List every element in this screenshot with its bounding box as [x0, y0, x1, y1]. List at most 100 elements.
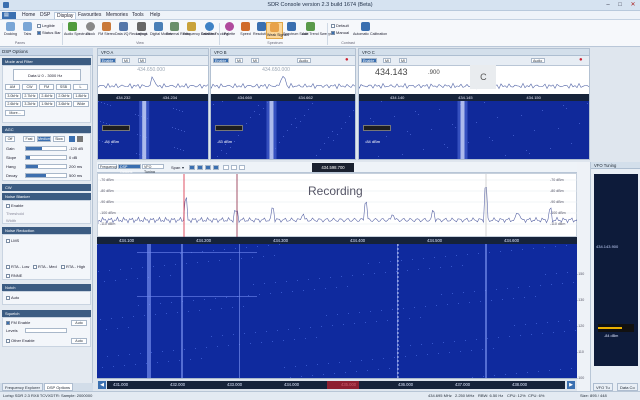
- digital-modes-button[interactable]: Digital Modes: [150, 22, 172, 39]
- status-bar-checkbox[interactable]: Status Bar: [37, 30, 61, 35]
- speed-button[interactable]: Speed: [237, 22, 254, 39]
- vfo-mi-button[interactable]: MI: [122, 58, 130, 63]
- squelch-fm-checkbox[interactable]: FM Enable: [6, 320, 30, 325]
- docking-button[interactable]: Docking: [2, 22, 19, 39]
- nr-lms-checkbox[interactable]: LMS: [6, 238, 19, 243]
- filter-button[interactable]: 2.0kHz: [56, 93, 72, 99]
- tab-dsp-options[interactable]: DSP Options: [44, 383, 74, 391]
- menu-help[interactable]: Help: [148, 12, 162, 19]
- nr-rta-med-radio[interactable]: RTA - Med: [33, 264, 57, 269]
- section-mode-filter[interactable]: Mode and Filter: [2, 58, 91, 65]
- overview-selection[interactable]: [327, 381, 359, 389]
- contrast-default-radio[interactable]: Default: [331, 23, 349, 28]
- agc-settings-icon[interactable]: [69, 136, 75, 142]
- tool-button[interactable]: [213, 165, 219, 170]
- audio-spectrum-button[interactable]: Audio Spectrum: [64, 22, 90, 39]
- waterfall-display[interactable]: [97, 244, 577, 378]
- section-squelch[interactable]: Squelch: [2, 310, 91, 317]
- menu-display[interactable]: Display: [54, 12, 77, 19]
- notch-auto-checkbox[interactable]: Auto: [6, 295, 19, 300]
- vfo-waterfall[interactable]: -83 dBm: [211, 101, 355, 159]
- vfo-audio-button[interactable]: Audio: [531, 58, 545, 63]
- menu-home[interactable]: Home: [20, 12, 37, 19]
- weak-signals-button[interactable]: Weak Signals: [266, 22, 289, 39]
- agc-medium-button[interactable]: Medium: [37, 136, 51, 142]
- mode-fm-button[interactable]: FM: [39, 84, 54, 90]
- agc-off-button[interactable]: Off: [5, 136, 15, 142]
- filter-more-button[interactable]: More...: [5, 110, 25, 116]
- agc-decay-slider[interactable]: [25, 173, 67, 178]
- add-trend-sweeps-button[interactable]: Add Trend Sweeps: [302, 22, 332, 39]
- vfo-mi-button[interactable]: MI: [251, 58, 259, 63]
- mode-am-button[interactable]: AM: [5, 84, 20, 90]
- nr-rta-low-radio[interactable]: RTA - Low: [6, 264, 29, 269]
- maximize-button[interactable]: □: [614, 1, 626, 9]
- filter-button[interactable]: 1.8kHz: [73, 93, 89, 99]
- tab-frequency-explorer[interactable]: Frequency Explorer: [2, 383, 43, 391]
- span-dropdown-chevron-down-icon[interactable]: ▾: [182, 165, 184, 170]
- automatic-calibration-button[interactable]: Automatic Calibration: [353, 22, 387, 39]
- tab-vfo-tu[interactable]: VFO Tu: [593, 383, 613, 391]
- section-cw[interactable]: CW: [2, 184, 91, 191]
- filter-button[interactable]: Wide: [73, 101, 89, 107]
- record-icon[interactable]: ●: [345, 57, 349, 63]
- contrast-manual-radio[interactable]: Manual: [331, 30, 349, 35]
- layout-button[interactable]: Layout: [133, 22, 150, 39]
- tool-button[interactable]: [239, 165, 245, 170]
- scroll-right-icon[interactable]: ▶: [567, 381, 575, 389]
- tool-button[interactable]: [197, 165, 203, 170]
- palette-button[interactable]: Palette: [221, 22, 238, 39]
- tool-button[interactable]: [189, 165, 195, 170]
- agc-gain-slider[interactable]: [25, 146, 67, 151]
- filter-button[interactable]: 2.4kHz: [39, 93, 55, 99]
- mode-l-button[interactable]: L: [73, 84, 88, 90]
- fm-stereo-button[interactable]: FM Stereo: [98, 22, 115, 39]
- section-noise-blanker[interactable]: Noise Blanker: [2, 193, 91, 200]
- vfo-mi-button[interactable]: MI: [399, 58, 407, 63]
- nb-enable-checkbox[interactable]: Enable: [6, 203, 23, 208]
- close-button[interactable]: ✕: [627, 1, 639, 9]
- tool-button[interactable]: [205, 165, 211, 170]
- agc-slow-button[interactable]: Slow: [53, 136, 65, 142]
- legible-checkbox[interactable]: Legible: [37, 23, 55, 28]
- tab-dsp-options-main[interactable]: DSP Options: [118, 164, 141, 174]
- menu-favourites[interactable]: Favourites: [76, 12, 103, 19]
- vfo-waterfall[interactable]: -84 dBm: [98, 101, 208, 159]
- clock-button[interactable]: Clock: [82, 22, 99, 39]
- section-notch[interactable]: Notch: [2, 284, 91, 291]
- record-icon[interactable]: ●: [579, 57, 583, 63]
- tab-vfo-tuning[interactable]: VFO Tuning: [142, 164, 164, 174]
- tabs-button[interactable]: Tabs: [19, 22, 36, 39]
- nr-rnne-checkbox[interactable]: RNNE: [6, 273, 22, 278]
- agc-slope-slider[interactable]: [25, 155, 67, 160]
- squelch-other-auto-button[interactable]: Auto: [71, 338, 87, 344]
- vfo-enable-button[interactable]: Enable: [361, 58, 377, 63]
- filter-button[interactable]: 3.0kHz: [5, 93, 21, 99]
- file-menu-icon[interactable]: ▤: [2, 12, 16, 19]
- filter-button[interactable]: 2.6kHz: [5, 101, 21, 107]
- tool-button[interactable]: [231, 165, 237, 170]
- tab-data-co[interactable]: Data Co: [617, 383, 638, 391]
- squelch-other-checkbox[interactable]: Other Enable: [6, 338, 35, 343]
- menu-tools[interactable]: Tools: [130, 12, 146, 19]
- data-iq-button[interactable]: Data I/Q Recordings: [115, 22, 148, 39]
- squelch-auto-button[interactable]: Auto: [71, 320, 87, 326]
- nr-rta-high-radio[interactable]: RTA - High: [61, 264, 85, 269]
- section-agc[interactable]: AGC: [2, 126, 91, 133]
- mode-ssb-button[interactable]: SSB: [56, 84, 71, 90]
- spectrum-scale-button[interactable]: Spectrum Scale: [283, 22, 308, 39]
- external-radio-button[interactable]: External Radio: [166, 22, 190, 39]
- vfo-waterfall[interactable]: -84 dBm: [359, 101, 589, 159]
- vfo-mi-button[interactable]: MI: [138, 58, 146, 63]
- tool-button[interactable]: [223, 165, 229, 170]
- spectrum-plot[interactable]: Recording -70 dBm -80 dBm -90 dBm -100 dBm -…: [97, 173, 578, 238]
- agc-hang-slider[interactable]: [25, 164, 67, 169]
- frequency-database-button[interactable]: Frequency Database: [183, 22, 216, 39]
- mode-cw-button[interactable]: CW: [22, 84, 37, 90]
- satellite-tracking-button[interactable]: Satellite Tracking: [201, 22, 228, 39]
- tab-frequency[interactable]: Frequency: [98, 164, 117, 169]
- filter-button[interactable]: 3.2kHz: [22, 101, 38, 107]
- vfo-mi-button[interactable]: MI: [235, 58, 243, 63]
- agc-fast-button[interactable]: Fast: [23, 136, 35, 142]
- menu-dsp[interactable]: DSP: [38, 12, 52, 19]
